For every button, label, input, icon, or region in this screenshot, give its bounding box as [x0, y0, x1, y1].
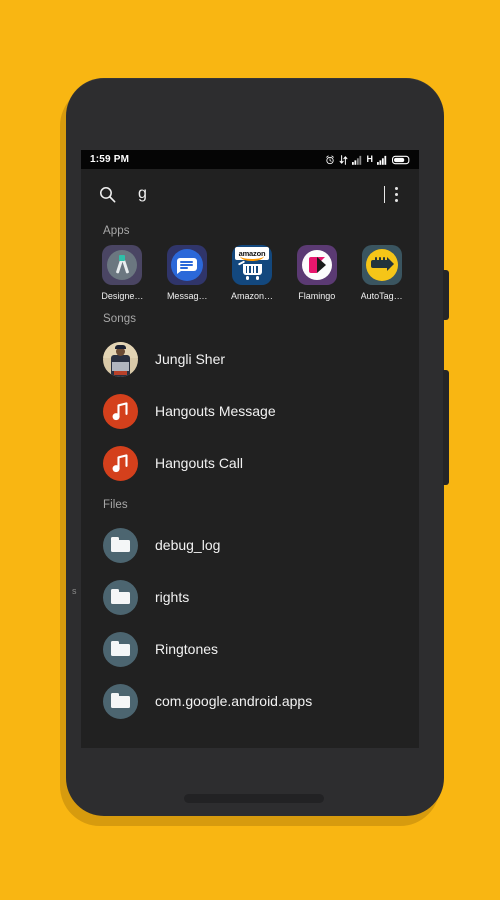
list-item-song[interactable]: Hangouts Message [81, 385, 419, 437]
battery-icon [392, 155, 410, 164]
phone-screen: 1:59 PM H g Apps Designe… Messag… amazon… [81, 150, 419, 748]
search-results-screen: g Apps Designe… Messag… amazon Amazon… F… [81, 169, 419, 748]
file-name: debug_log [155, 537, 221, 553]
app-item-messages[interactable]: Messag… [160, 245, 215, 301]
file-name: com.google.android.apps [155, 693, 313, 709]
file-name: rights [155, 589, 190, 605]
list-item-file[interactable]: rights [81, 571, 419, 623]
list-item-file[interactable]: Ringtones [81, 623, 419, 675]
messages-app-icon[interactable] [167, 245, 208, 285]
designer-app-icon[interactable] [102, 245, 143, 285]
search-bar[interactable]: g [81, 169, 419, 219]
app-item-flamingo[interactable]: Flamingo [289, 245, 344, 301]
status-bar: 1:59 PM H [81, 150, 419, 169]
app-item-designer[interactable]: Designe… [95, 245, 150, 301]
overflow-dot [394, 192, 398, 196]
file-name: Ringtones [155, 641, 219, 657]
apps-row: Designe… Messag… amazon Amazon… Flamingo… [81, 245, 419, 301]
search-query-text[interactable]: g [138, 186, 383, 202]
alarm-clock-icon [325, 154, 334, 164]
autotag-app-icon[interactable] [361, 245, 402, 285]
stray-glyph: s [72, 586, 77, 596]
song-title: Hangouts Call [155, 455, 243, 471]
power-button[interactable] [443, 270, 449, 320]
search-icon[interactable] [99, 186, 116, 203]
amazon-app-icon[interactable]: amazon [231, 245, 272, 285]
app-label: Messag… [166, 291, 208, 301]
list-item-file[interactable]: debug_log [81, 519, 419, 571]
song-title: Jungli Sher [155, 351, 226, 367]
song-title: Hangouts Message [155, 403, 276, 419]
status-bar-icons: H [325, 155, 412, 165]
app-label: Designe… [101, 291, 144, 301]
music-note-icon [103, 445, 138, 481]
bottom-speaker-grille-icon [184, 794, 324, 803]
folder-icon [103, 579, 138, 615]
signal-bars-2-icon [377, 155, 387, 165]
album-art [103, 341, 138, 377]
app-label: Amazon… [230, 291, 273, 301]
overflow-dot [394, 186, 398, 190]
list-item-file[interactable]: com.google.android.apps [81, 675, 419, 727]
section-header-songs: Songs [103, 313, 137, 325]
signal-bars-icon [351, 155, 361, 165]
music-note-icon [103, 393, 138, 429]
folder-icon [103, 683, 138, 719]
network-type-label: H [366, 154, 374, 164]
overflow-dot [394, 198, 398, 202]
list-item-song[interactable]: Hangouts Call [81, 437, 419, 489]
section-header-apps: Apps [103, 225, 130, 237]
data-transfer-icon [339, 154, 347, 165]
app-label: Flamingo [298, 291, 336, 301]
volume-rocker[interactable] [443, 370, 449, 485]
status-bar-clock: 1:59 PM [90, 154, 130, 165]
folder-icon [103, 527, 138, 563]
app-item-amazon[interactable]: amazon Amazon… [225, 245, 280, 301]
flamingo-app-icon[interactable] [296, 245, 337, 285]
app-item-autotag[interactable]: AutoTag… [354, 245, 409, 301]
section-header-files: Files [103, 499, 128, 511]
list-item-song[interactable]: Jungli Sher [81, 333, 419, 385]
app-label: AutoTag… [360, 291, 403, 301]
overflow-menu-icon[interactable] [385, 180, 407, 208]
folder-icon [103, 631, 138, 667]
search-input[interactable]: g [138, 185, 385, 203]
